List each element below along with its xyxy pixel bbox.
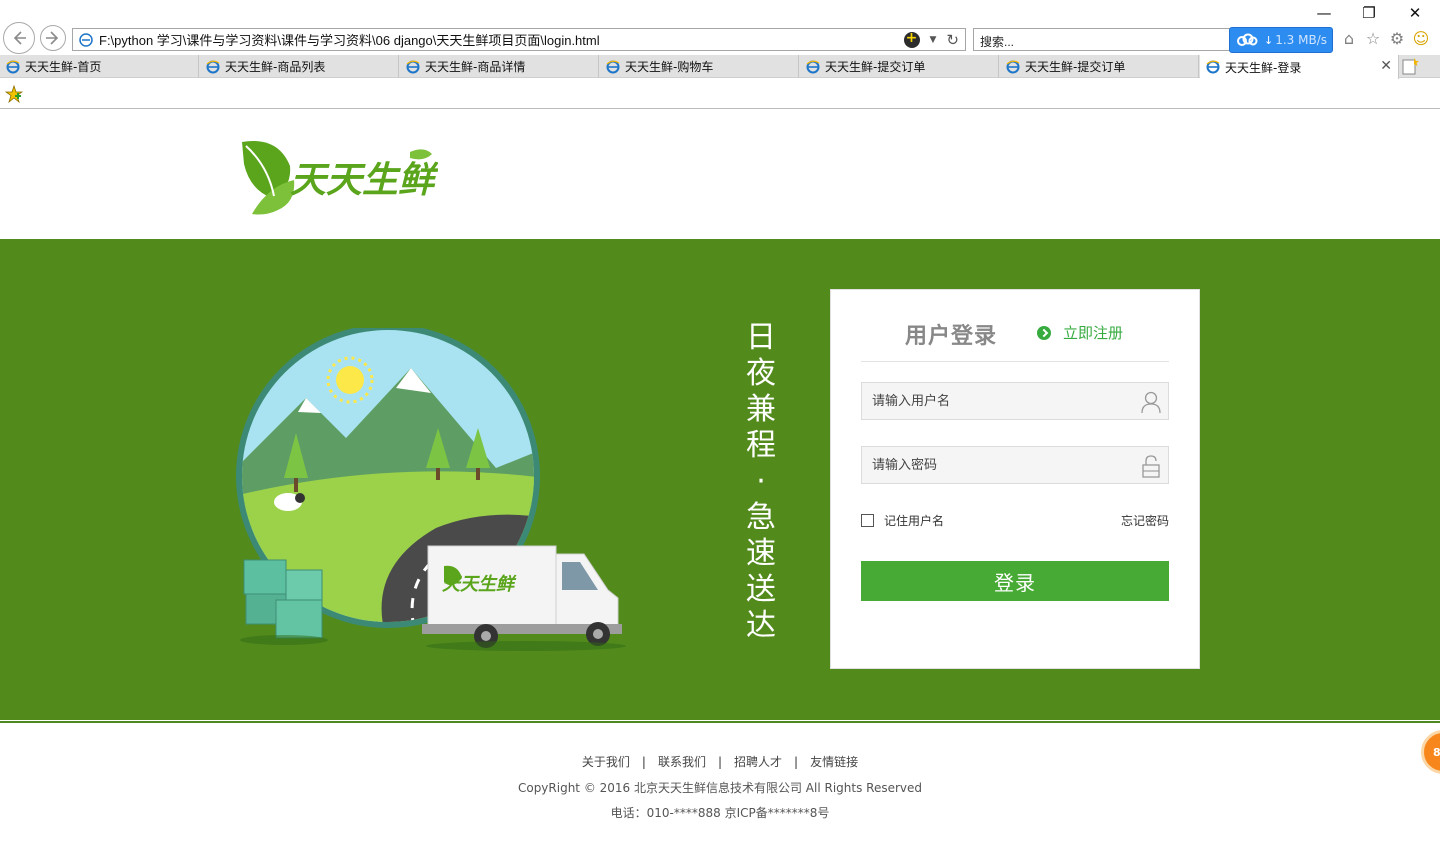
- login-header: 用户登录 立即注册: [861, 312, 1169, 362]
- slogan-char: 程: [746, 428, 776, 463]
- arrow-circle-icon: [1037, 325, 1051, 340]
- footer-link-friends[interactable]: 友情链接: [810, 755, 858, 769]
- slogan-char: 送: [746, 572, 776, 607]
- back-arrow-icon: [13, 31, 26, 45]
- lock-icon: [1142, 455, 1160, 478]
- tab-submit-order[interactable]: 天天生鲜-提交订单: [800, 55, 999, 78]
- site-footer: 关于我们 | 联系我们 | 招聘人才 | 友情链接 CopyRight © 2016 北京天…: [0, 721, 1440, 861]
- star-icon[interactable]: ☆: [1364, 29, 1382, 48]
- tab-cart[interactable]: 天天生鲜-购物车: [600, 55, 799, 78]
- ie-icon: [406, 60, 420, 73]
- footer-link-jobs[interactable]: 招聘人才: [734, 755, 782, 769]
- register-link[interactable]: 立即注册: [1037, 322, 1123, 343]
- slogan-char: 夜: [746, 356, 776, 391]
- compatibility-view-icon[interactable]: [903, 30, 920, 48]
- slogan-vertical: 日 夜 兼 程 · 急 速 送 达: [743, 320, 779, 644]
- user-icon: [1141, 391, 1161, 414]
- address-bar[interactable]: F:\python 学习\课件与学习资料\课件与学习资料\06 django\天…: [72, 28, 966, 51]
- login-title: 用户登录: [905, 324, 998, 349]
- site-logo[interactable]: 天天生鲜: [238, 136, 438, 220]
- register-label: 立即注册: [1063, 324, 1124, 342]
- ie-icon: [206, 60, 220, 73]
- favorites-bar: [0, 79, 1440, 109]
- tab-product-list[interactable]: 天天生鲜-商品列表: [200, 55, 399, 78]
- forward-button[interactable]: [40, 25, 66, 51]
- footer-separator: |: [641, 755, 646, 769]
- slogan-char: 急: [746, 500, 776, 535]
- tab-product-detail[interactable]: 天天生鲜-商品详情: [400, 55, 599, 78]
- login-panel: 用户登录 立即注册 记住用户名 忘记密码 登录: [830, 289, 1200, 669]
- login-button[interactable]: 登录: [861, 561, 1169, 601]
- page-icon: [79, 32, 93, 47]
- ie-icon: [6, 60, 20, 73]
- contact-text: 电话：010-****888 京ICP备*******8号: [610, 806, 830, 820]
- gear-icon[interactable]: ⚙: [1388, 29, 1406, 48]
- close-tab-icon[interactable]: ✕: [1380, 58, 1392, 74]
- slogan-char: 速: [746, 536, 776, 571]
- password-input[interactable]: [862, 447, 1132, 483]
- ie-icon: [1206, 60, 1220, 74]
- download-speed: 1.3 MB/s: [1275, 33, 1327, 47]
- tab-label: 天天生鲜-商品详情: [425, 60, 526, 74]
- close-window-button[interactable]: ✕: [1400, 4, 1430, 22]
- tab-home[interactable]: 天天生鲜-首页: [0, 55, 199, 78]
- svg-text:天天生鲜: 天天生鲜: [290, 160, 438, 201]
- slogan-char: 达: [746, 608, 776, 643]
- footer-link-about[interactable]: 关于我们: [582, 755, 630, 769]
- cloud-icon: [1237, 33, 1258, 46]
- minimize-button[interactable]: —: [1309, 4, 1339, 22]
- home-icon[interactable]: ⌂: [1340, 29, 1358, 48]
- browser-chrome: — ❐ ✕ F:\python 学习\课件与学习资料\课件与学习资料\06 dj…: [0, 0, 1440, 109]
- footer-separator: |: [717, 755, 723, 769]
- remember-checkbox[interactable]: [861, 514, 874, 527]
- download-arrow-icon: ↓: [1264, 33, 1274, 47]
- site-header: [0, 109, 1440, 239]
- tab-label: 天天生鲜-提交订单: [825, 60, 926, 74]
- slogan-char: ·: [756, 464, 766, 499]
- address-url[interactable]: F:\python 学习\课件与学习资料\课件与学习资料\06 django\天…: [99, 30, 904, 49]
- ie-icon: [1006, 60, 1020, 73]
- ie-icon: [806, 60, 820, 73]
- username-field: [861, 382, 1169, 420]
- slogan-char: 兼: [746, 392, 776, 427]
- download-speed-widget[interactable]: ↓ 1.3 MB/s: [1229, 27, 1333, 53]
- new-tab-icon[interactable]: [1401, 57, 1421, 75]
- delivery-illustration: 天天生鲜: [236, 328, 626, 651]
- tab-login[interactable]: 天天生鲜-登录 ✕: [1200, 55, 1399, 79]
- forgot-password-link[interactable]: 忘记密码: [1121, 512, 1169, 529]
- slogan-char: 日: [746, 320, 776, 355]
- copyright-text: CopyRight © 2016 北京天天生鲜信息技术有限公司 All Righ…: [517, 781, 923, 795]
- search-input[interactable]: 搜索...: [973, 28, 1231, 51]
- username-input[interactable]: [862, 383, 1132, 419]
- tab-label: 天天生鲜-商品列表: [225, 60, 326, 74]
- back-button[interactable]: [3, 22, 35, 54]
- tab-label: 天天生鲜-购物车: [625, 60, 714, 74]
- restore-button[interactable]: ❐: [1354, 4, 1384, 22]
- tab-label: 天天生鲜-首页: [25, 60, 102, 74]
- forward-arrow-icon: [46, 31, 59, 45]
- hero-banner: [0, 239, 1440, 720]
- add-favorite-icon[interactable]: [5, 85, 23, 103]
- remember-username[interactable]: 记住用户名: [861, 512, 944, 529]
- footer-separator: |: [794, 755, 799, 769]
- tab-label: 天天生鲜-登录: [1225, 60, 1302, 75]
- tab-label: 天天生鲜-提交订单: [1025, 60, 1126, 74]
- footer-links: 关于我们 | 联系我们 | 招聘人才 | 友情链接: [0, 753, 1440, 770]
- ie-icon: [606, 60, 620, 73]
- remember-label: 记住用户名: [884, 514, 945, 528]
- footer-link-contact[interactable]: 联系我们: [658, 755, 706, 769]
- refresh-icon[interactable]: ↻: [946, 31, 959, 49]
- dropdown-arrow-icon[interactable]: ▼: [930, 35, 937, 45]
- password-field: [861, 446, 1169, 484]
- tab-submit-order-2[interactable]: 天天生鲜-提交订单: [1000, 55, 1199, 78]
- smiley-icon[interactable]: ☺: [1412, 29, 1430, 48]
- tab-strip: 天天生鲜-首页 天天生鲜-商品列表 天天生鲜-商品详情 天天生鲜-购物车 天天生…: [0, 55, 1440, 79]
